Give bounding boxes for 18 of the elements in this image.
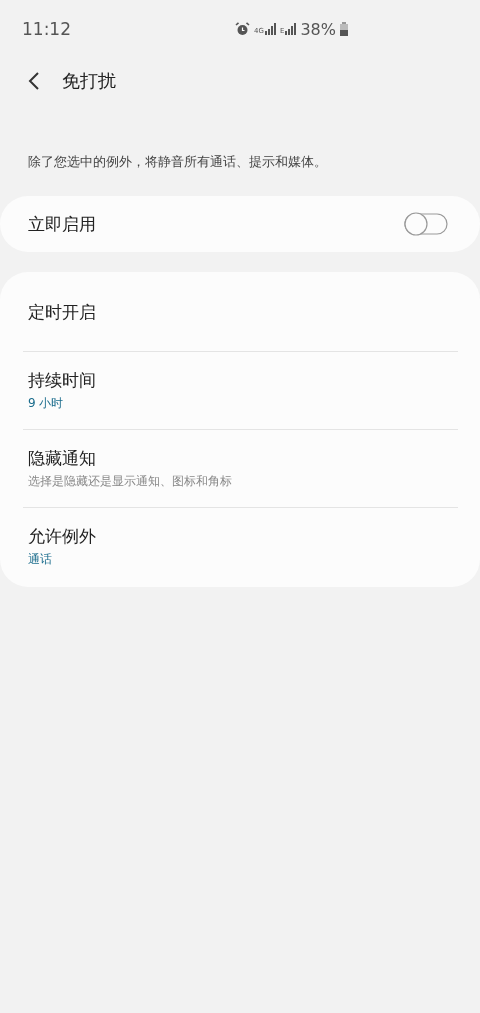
description-text: 除了您选中的例外，将静音所有通话、提示和媒体。: [27, 153, 328, 171]
setting-value: 通话: [28, 551, 53, 568]
battery-icon: [340, 22, 348, 36]
status-time: 11:12: [22, 19, 71, 39]
battery-percent: 38%: [300, 19, 336, 39]
page-title: 免打扰: [62, 69, 116, 93]
signal-icon: [285, 23, 297, 35]
back-icon: [28, 71, 40, 91]
setting-item[interactable]: 允许例外: [28, 525, 458, 548]
setting-item[interactable]: 持续时间: [28, 369, 458, 392]
setting-description: 选择是隐藏还是显示通知、图标和角标: [28, 473, 233, 490]
setting-value: 9 小时: [28, 395, 65, 412]
toggle-switch[interactable]: [404, 212, 448, 236]
setting-item[interactable]: 定时开启: [28, 301, 458, 324]
alarm-icon: [235, 22, 251, 36]
setting-item[interactable]: 隐藏通知: [28, 447, 458, 470]
signal-icon: [265, 23, 276, 35]
setting-label: 立即启用: [28, 212, 96, 236]
